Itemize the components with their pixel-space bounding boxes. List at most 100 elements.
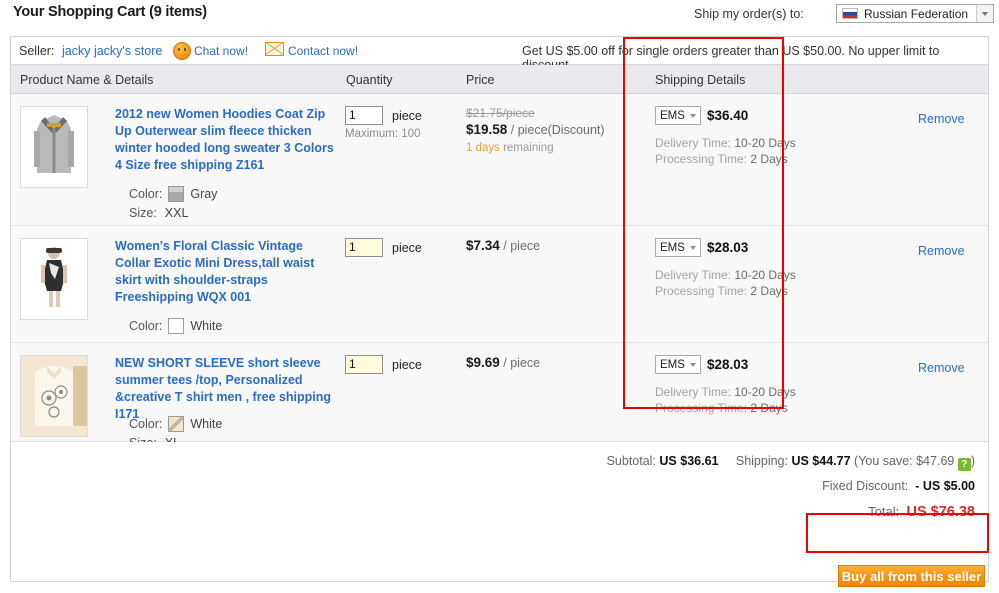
chevron-down-icon[interactable] xyxy=(686,114,700,118)
color-label: Color: xyxy=(129,319,163,333)
shipping-method-select[interactable]: EMS xyxy=(655,238,701,257)
help-question-icon[interactable]: ? xyxy=(957,458,971,471)
quantity-unit: piece xyxy=(392,109,422,123)
product-thumbnail[interactable] xyxy=(20,355,88,437)
shipping-total-value: US $44.77 xyxy=(791,454,851,468)
order-summary: Subtotal: US $36.61 Shipping: US $44.77 … xyxy=(11,442,988,542)
shipping-total-label: Shipping: xyxy=(735,454,788,468)
original-price: $21.75/piece xyxy=(466,106,535,120)
delivery-time-value: 10-20 Days xyxy=(734,136,796,150)
delivery-time-label: Delivery Time: xyxy=(655,136,732,150)
chat-now-link[interactable]: Chat now! xyxy=(194,44,248,58)
current-price-unit: / piece xyxy=(503,239,541,253)
subtotal-label: Subtotal: xyxy=(606,454,656,468)
quantity-unit: piece xyxy=(392,241,422,255)
processing-time: Processing Time: 2 Days xyxy=(655,152,788,166)
chat-icon[interactable] xyxy=(173,42,191,60)
table-header: Product Name & Details Quantity Price Sh… xyxy=(11,65,988,94)
column-header-quantity: Quantity xyxy=(346,73,393,87)
product-thumbnail[interactable] xyxy=(20,238,88,320)
shipping-method-value: EMS xyxy=(660,109,685,122)
product-title-link[interactable]: 2012 new Women Hoodies Coat Zip Up Outer… xyxy=(115,106,337,174)
fixed-discount-line: Fixed Discount: - US $5.00 xyxy=(822,479,975,493)
shopping-cart-page: Your Shopping Cart (9 items) Ship my ord… xyxy=(0,0,999,593)
current-price-unit: / piece xyxy=(503,356,541,370)
color-label: Color: xyxy=(129,187,163,201)
column-header-product: Product Name & Details xyxy=(20,73,154,87)
color-value: White xyxy=(190,417,223,431)
processing-time-value: 2 Days xyxy=(750,284,788,298)
quantity-unit: piece xyxy=(392,358,422,372)
fixed-discount-value: - US $5.00 xyxy=(915,479,975,493)
processing-time: Processing Time: 2 Days xyxy=(655,401,788,415)
chevron-down-icon[interactable] xyxy=(686,363,700,367)
russian-flag-icon xyxy=(842,8,858,19)
current-price-amount: $7.34 xyxy=(466,238,500,253)
product-thumbnail[interactable] xyxy=(20,106,88,188)
product-color-attribute: Color: Gray xyxy=(129,186,217,202)
current-price: $19.58 / piece(Discount) xyxy=(466,122,605,137)
shipping-cost: $36.40 xyxy=(707,108,749,123)
contact-now-link[interactable]: Contact now! xyxy=(288,44,358,58)
current-price-unit: / piece(Discount) xyxy=(510,123,605,137)
column-header-price: Price xyxy=(466,73,495,87)
remove-item-link[interactable]: Remove xyxy=(918,244,965,258)
color-value: Gray xyxy=(190,187,218,201)
quantity-input[interactable]: 1 xyxy=(345,106,383,125)
quantity-input[interactable]: 1 xyxy=(345,238,383,257)
product-title-link[interactable]: Women's Floral Classic Vintage Collar Ex… xyxy=(115,238,337,306)
current-price-amount: $9.69 xyxy=(466,355,500,370)
current-price: $7.34 / piece xyxy=(466,238,540,253)
ship-to-label: Ship my order(s) to: xyxy=(694,7,804,21)
delivery-time-value: 10-20 Days xyxy=(734,268,796,282)
subtotal-value: US $36.61 xyxy=(659,454,719,468)
shipping-method-select[interactable]: EMS xyxy=(655,106,701,125)
discount-countdown: 1 days remaining xyxy=(466,142,554,154)
shipping-method-value: EMS xyxy=(660,241,685,254)
remove-item-link[interactable]: Remove xyxy=(918,361,965,375)
processing-time-label: Processing Time: xyxy=(655,401,748,415)
shipping-cost: $28.03 xyxy=(707,240,749,255)
column-header-shipping: Shipping Details xyxy=(655,73,746,87)
buy-all-from-seller-button[interactable]: Buy all from this seller xyxy=(838,565,985,587)
total-label: Total: xyxy=(868,504,900,519)
you-save-text: (You save: $47.69 xyxy=(854,454,955,468)
shipping-method-value: EMS xyxy=(660,358,685,371)
color-swatch-icon[interactable] xyxy=(168,416,185,432)
product-size-attribute: Size: XXL xyxy=(129,206,188,220)
delivery-time: Delivery Time: 10-20 Days xyxy=(655,136,796,150)
seller-bar: Seller: jacky jacky's store Chat now! Co… xyxy=(11,37,988,72)
current-price: $9.69 / piece xyxy=(466,355,540,370)
delivery-time: Delivery Time: 10-20 Days xyxy=(655,385,796,399)
envelope-icon[interactable] xyxy=(265,42,284,56)
current-price-amount: $19.58 xyxy=(466,122,508,137)
processing-time-label: Processing Time: xyxy=(655,152,748,166)
processing-time-value: 2 Days xyxy=(750,401,788,415)
you-save-close-paren: ) xyxy=(970,454,975,468)
chevron-down-icon[interactable] xyxy=(976,5,993,22)
size-label: Size: xyxy=(129,206,157,220)
color-swatch-icon[interactable] xyxy=(168,186,185,202)
total-value: US $76.38 xyxy=(906,504,975,520)
table-row: Women's Floral Classic Vintage Collar Ex… xyxy=(11,226,988,343)
product-color-attribute: Color: White xyxy=(129,318,222,334)
country-select[interactable]: Russian Federation xyxy=(836,4,994,23)
table-row: NEW SHORT SLEEVE short sleeve summer tee… xyxy=(11,343,988,450)
processing-time-value: 2 Days xyxy=(750,152,788,166)
product-title-link[interactable]: NEW SHORT SLEEVE short sleeve summer tee… xyxy=(115,355,337,423)
chevron-down-icon[interactable] xyxy=(686,246,700,250)
page-title: Your Shopping Cart (9 items) xyxy=(13,4,207,20)
seller-cart-panel: Seller: jacky jacky's store Chat now! Co… xyxy=(10,36,989,582)
delivery-time-value: 10-20 Days xyxy=(734,385,796,399)
page-header: Your Shopping Cart (9 items) Ship my ord… xyxy=(0,0,999,33)
quantity-input[interactable]: 1 xyxy=(345,355,383,374)
fixed-discount-label: Fixed Discount: xyxy=(822,479,909,493)
seller-store-link[interactable]: jacky jacky's store xyxy=(62,44,162,58)
color-swatch-icon[interactable] xyxy=(168,318,185,334)
country-select-value: Russian Federation xyxy=(864,6,969,21)
seller-label: Seller: xyxy=(19,44,55,58)
product-color-attribute: Color: White xyxy=(129,416,222,432)
remove-item-link[interactable]: Remove xyxy=(918,112,965,126)
color-label: Color: xyxy=(129,417,163,431)
shipping-method-select[interactable]: EMS xyxy=(655,355,701,374)
